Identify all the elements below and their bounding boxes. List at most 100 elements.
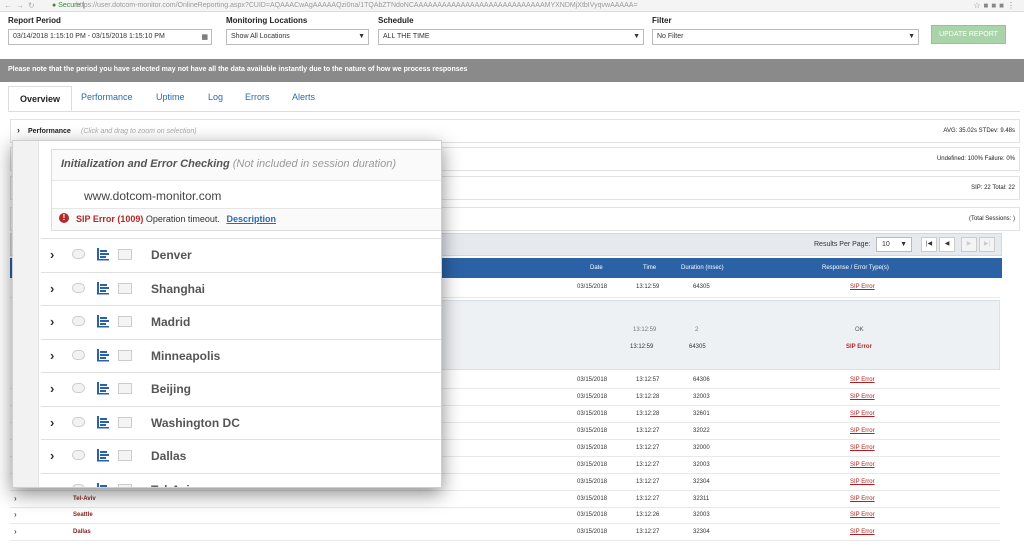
row-response[interactable]: SIP Error <box>850 284 875 290</box>
chat-bubble-icon[interactable] <box>72 282 85 293</box>
row-response[interactable]: SIP Error <box>850 428 875 434</box>
document-icon[interactable] <box>118 249 132 260</box>
location-row[interactable]: › Madrid <box>41 305 441 338</box>
bar-chart-icon[interactable] <box>96 348 110 362</box>
calendar-icon[interactable]: ▦ <box>201 33 208 41</box>
last-page-button[interactable]: ▶| <box>979 237 995 252</box>
document-icon[interactable] <box>118 383 132 394</box>
row-response[interactable]: SIP Error <box>850 529 875 535</box>
row-time: 13:12:28 <box>636 394 660 400</box>
prev-page-button[interactable]: ◀ <box>939 237 955 252</box>
row-duration: 32000 <box>693 445 710 451</box>
row-response[interactable]: SIP Error <box>850 377 875 383</box>
results-per-page-select[interactable]: 10 ▼ <box>876 237 912 252</box>
document-icon[interactable] <box>118 316 132 327</box>
table-row[interactable]: › Dallas 03/15/2018 13:12:27 32304 SIP Error <box>10 525 1000 541</box>
performance-stats: AVG: 35.02s STDev: 9.48s <box>943 128 1015 134</box>
table-row[interactable]: › Tel-Aviv 03/15/2018 13:12:27 32311 SIP Erro… <box>10 492 1000 508</box>
tab-performance[interactable]: Performance <box>81 92 133 102</box>
sub-row-time: 13:12:59 <box>630 344 654 350</box>
document-icon[interactable] <box>118 450 132 461</box>
row-response[interactable]: SIP Error <box>850 394 875 400</box>
row-response[interactable]: SIP Error <box>850 479 875 485</box>
popup-error-line: SIP Error (1009) Operation timeout. Desc… <box>72 214 276 224</box>
location-name: Shanghai <box>151 281 206 296</box>
browser-extension-icons[interactable]: ☆■■■⋮ <box>973 1 1018 10</box>
bar-chart-icon[interactable] <box>96 247 110 261</box>
location-row[interactable]: › Beijing <box>41 372 441 405</box>
report-period-input[interactable]: 03/14/2018 1:15:10 PM - 03/15/2018 1:15:… <box>8 29 212 45</box>
document-icon[interactable] <box>118 349 132 361</box>
chat-bubble-icon[interactable] <box>72 316 85 326</box>
bar-chart-icon[interactable] <box>96 281 110 295</box>
bar-chart-icon[interactable] <box>96 415 110 429</box>
row-response[interactable]: SIP Error <box>850 512 875 518</box>
location-row[interactable]: › Tel-Aviv <box>41 472 441 489</box>
chat-bubble-icon[interactable] <box>72 349 85 360</box>
location-row[interactable]: › Minneapolis <box>41 338 441 372</box>
tab-uptime[interactable]: Uptime <box>156 92 185 102</box>
document-icon[interactable] <box>118 416 132 428</box>
row-duration: 32003 <box>693 462 710 468</box>
bar-chart-icon[interactable] <box>96 482 110 489</box>
data-availability-notice: Please note that the period you have sel… <box>0 59 1024 82</box>
chevron-right-icon[interactable]: › <box>50 415 54 430</box>
row-response[interactable]: SIP Error <box>850 462 875 468</box>
schedule-label: Schedule <box>378 16 414 25</box>
chat-bubble-icon[interactable] <box>72 416 85 427</box>
tab-errors[interactable]: Errors <box>245 92 270 102</box>
chevron-right-icon[interactable]: › <box>50 348 54 363</box>
update-report-button[interactable]: UPDATE REPORT <box>931 25 1006 44</box>
tab-log[interactable]: Log <box>208 92 223 102</box>
schedule-select[interactable]: ALL THE TIME ▼ <box>378 29 644 45</box>
bar-chart-icon[interactable] <box>96 314 110 328</box>
browser-nav-icons[interactable]: ←→↻ <box>4 1 39 10</box>
column-header-duration[interactable]: Duration (msec) <box>681 265 724 271</box>
filter-select[interactable]: No Filter ▼ <box>652 29 919 45</box>
description-link[interactable]: Description <box>226 214 276 224</box>
row-date: 03/15/2018 <box>577 512 608 518</box>
chat-bubble-icon[interactable] <box>72 249 85 259</box>
location-name: Beijing <box>151 382 192 396</box>
table-row[interactable]: › Seattle 03/15/2018 13:12:26 32003 SIP Error <box>10 508 1000 524</box>
chevron-right-icon[interactable]: › <box>50 247 54 262</box>
chevron-right-icon[interactable]: › <box>14 494 17 503</box>
document-icon[interactable] <box>118 483 132 487</box>
row-response[interactable]: SIP Error <box>850 411 875 417</box>
row-location: Tel-Aviv <box>73 496 96 502</box>
tab-alerts[interactable]: Alerts <box>292 92 315 102</box>
row-response[interactable]: SIP Error <box>850 445 875 451</box>
chevron-right-icon[interactable]: › <box>50 482 54 488</box>
bar-chart-icon[interactable] <box>96 448 110 462</box>
chat-bubble-icon[interactable] <box>72 450 85 460</box>
location-row[interactable]: › Denver <box>41 238 441 271</box>
chat-bubble-icon[interactable] <box>72 483 85 487</box>
column-header-response[interactable]: Response / Error Type(s) <box>822 265 889 271</box>
location-name: Dallas <box>151 449 187 463</box>
chevron-right-icon[interactable]: › <box>50 381 54 396</box>
chevron-right-icon[interactable]: › <box>50 281 54 296</box>
chevron-right-icon[interactable]: › <box>50 314 54 329</box>
chevron-right-icon[interactable]: › <box>14 527 17 536</box>
row-response[interactable]: SIP Error <box>850 496 875 502</box>
bar-chart-icon[interactable] <box>96 381 110 395</box>
document-icon[interactable] <box>118 282 132 294</box>
url-text[interactable]: https://user.dotcom-monitor.com/OnlineRe… <box>76 2 638 9</box>
chevron-right-icon[interactable]: › <box>14 510 17 519</box>
chat-bubble-icon[interactable] <box>72 383 85 393</box>
monitoring-locations-select[interactable]: Show All Locations ▼ <box>226 29 369 45</box>
next-page-button[interactable]: ▶ <box>961 237 977 252</box>
location-row[interactable]: › Dallas <box>41 439 441 472</box>
chevron-right-icon[interactable]: › <box>50 448 54 463</box>
row-duration: 32003 <box>693 512 710 518</box>
first-page-button[interactable]: |◀ <box>921 237 937 252</box>
row-time: 13:12:27 <box>636 479 660 485</box>
tab-overview[interactable]: Overview <box>8 86 73 111</box>
popup-title: Initialization and Error Checking (Not i… <box>61 158 396 170</box>
location-row[interactable]: › Shanghai <box>41 271 441 305</box>
column-header-time[interactable]: Time <box>643 265 656 271</box>
row-time: 13:12:28 <box>636 411 660 417</box>
location-row[interactable]: › Washington DC <box>41 405 441 439</box>
chevron-right-icon[interactable]: › <box>17 125 20 135</box>
column-header-date[interactable]: Date <box>590 265 603 271</box>
